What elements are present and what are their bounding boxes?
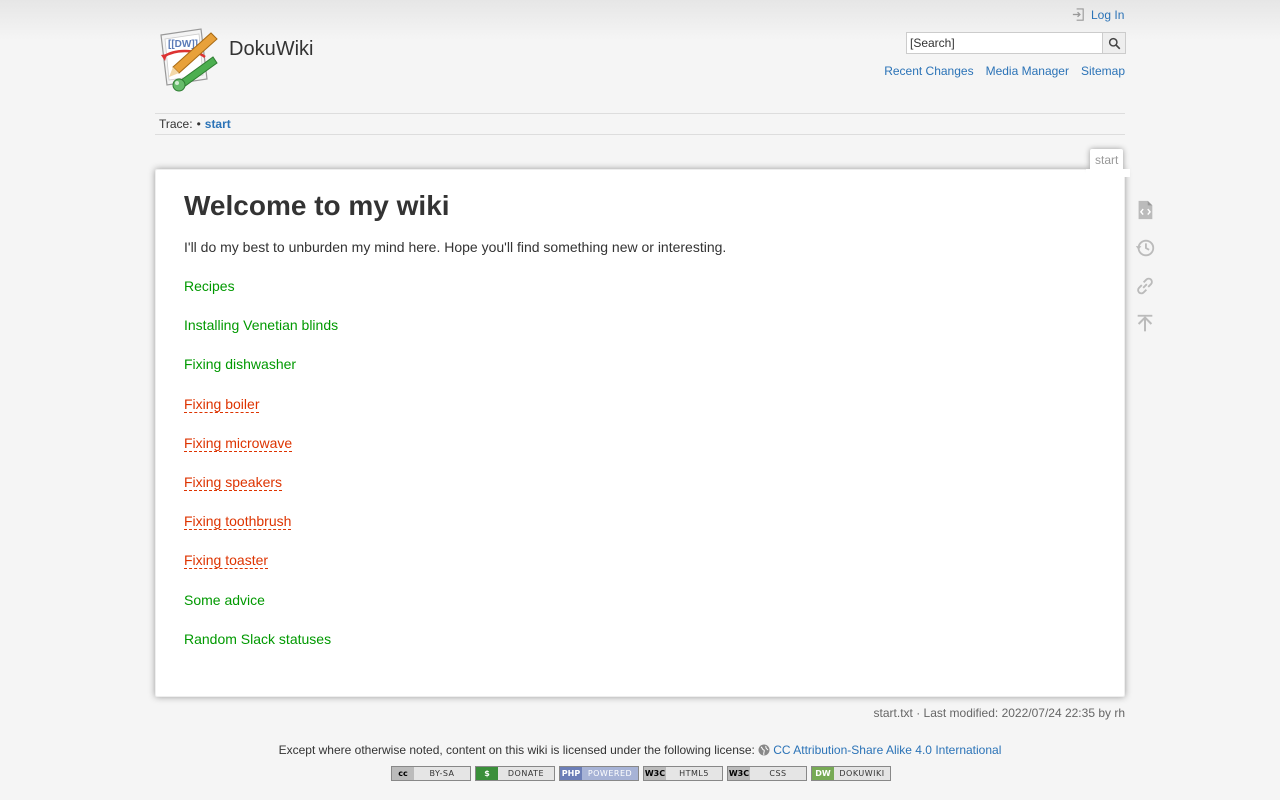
badge-right: HTML5 (666, 767, 722, 780)
missing-page-link[interactable]: Fixing microwave (184, 434, 293, 452)
site-title[interactable]: DokuWiki (229, 38, 313, 61)
dokuwiki-logo[interactable]: [[DW]] (155, 27, 221, 93)
page-link[interactable]: Some advice (184, 592, 265, 608)
dokuwiki-badge[interactable]: DW DOKUWIKI (811, 766, 891, 781)
recent-changes-link[interactable]: Recent Changes (884, 64, 973, 78)
dokuwiki-logo-icon: [[DW]] (160, 28, 218, 92)
w3c-html5-badge[interactable]: W3C HTML5 (643, 766, 723, 781)
php-powered-badge[interactable]: PHP POWERED (559, 766, 639, 781)
license-link[interactable]: CC Attribution-Share Alike 4.0 Internati… (773, 743, 1001, 757)
license-text: Except where otherwise noted, content on… (278, 743, 759, 757)
list-item: Fixing toaster (184, 552, 338, 591)
media-manager-link[interactable]: Media Manager (986, 64, 1069, 78)
badge-right: BY-SA (414, 767, 470, 780)
badge-left: cc (392, 767, 414, 780)
doc-info: start.txt · Last modified: 2022/07/24 22… (874, 706, 1125, 720)
show-source-button[interactable] (1133, 198, 1157, 222)
missing-page-link[interactable]: Fixing boiler (184, 395, 260, 413)
list-item: Fixing boiler (184, 395, 338, 435)
doc-filename: start.txt (873, 706, 913, 720)
doc-last-modified: · Last modified: 2022/07/24 22:35 by rh (912, 706, 1125, 720)
search-icon (1108, 37, 1120, 49)
code-file-icon (1138, 200, 1153, 220)
breadcrumb: Trace: • start (155, 113, 1125, 135)
cc-by-sa-badge[interactable]: cc BY-SA (391, 766, 471, 781)
search-form (906, 32, 1126, 54)
missing-page-link[interactable]: Fixing toaster (184, 552, 269, 570)
list-item: Some advice (184, 592, 338, 631)
badge-right: DONATE (498, 767, 554, 780)
w3c-css-badge[interactable]: W3C CSS (727, 766, 807, 781)
page-title: Welcome to my wiki (184, 190, 450, 221)
missing-page-link[interactable]: Fixing speakers (184, 473, 283, 491)
breadcrumb-separator: • (196, 117, 201, 131)
list-item: Fixing microwave (184, 434, 338, 474)
page-intro: I'll do my best to unburden my mind here… (184, 239, 727, 255)
list-item: Fixing dishwasher (184, 356, 338, 395)
arrow-up-icon (1137, 314, 1153, 332)
donate-badge[interactable]: $ DONATE (475, 766, 555, 781)
breadcrumb-label: Trace: (159, 117, 193, 131)
page-link[interactable]: Installing Venetian blinds (184, 317, 338, 333)
badge-left: PHP (560, 767, 582, 780)
page-id-tab: start (1090, 149, 1124, 170)
old-revisions-button[interactable] (1133, 236, 1157, 260)
globe-icon (758, 744, 770, 756)
backlinks-button[interactable] (1133, 274, 1157, 298)
badge-left: DW (812, 767, 834, 780)
list-item: Fixing speakers (184, 473, 338, 513)
missing-page-link[interactable]: Fixing toothbrush (184, 513, 292, 531)
badge-left: W3C (644, 767, 666, 780)
search-button[interactable] (1103, 32, 1126, 54)
page-tools (1133, 198, 1157, 336)
header-links: Recent Changes Media Manager Sitemap (884, 64, 1125, 78)
badge-right: CSS (750, 767, 806, 780)
badge-left: $ (476, 767, 498, 780)
page-link[interactable]: Recipes (184, 278, 235, 294)
login-icon (1072, 8, 1084, 21)
link-icon (1137, 277, 1153, 295)
list-item: Recipes (184, 278, 338, 317)
page-link-list: Recipes Installing Venetian blinds Fixin… (184, 278, 338, 670)
search-input[interactable] (906, 32, 1103, 54)
badge-left: W3C (728, 767, 750, 780)
footer-badges: cc BY-SA $ DONATE PHP POWERED W3C HTML5 … (391, 766, 891, 781)
history-icon (1135, 239, 1155, 257)
login-label: Log In (1091, 7, 1125, 22)
page-link[interactable]: Fixing dishwasher (184, 356, 296, 372)
back-to-top-button[interactable] (1133, 312, 1157, 336)
login-link[interactable]: Log In (1071, 7, 1124, 22)
sitemap-link[interactable]: Sitemap (1081, 64, 1125, 78)
badge-right: DOKUWIKI (834, 767, 890, 780)
breadcrumb-start-link[interactable]: start (205, 117, 231, 131)
list-item: Random Slack statuses (184, 631, 338, 670)
list-item: Installing Venetian blinds (184, 317, 338, 356)
list-item: Fixing toothbrush (184, 513, 338, 552)
license-notice: Except where otherwise noted, content on… (0, 743, 1280, 757)
badge-right: POWERED (582, 767, 638, 780)
page-link[interactable]: Random Slack statuses (184, 631, 331, 647)
